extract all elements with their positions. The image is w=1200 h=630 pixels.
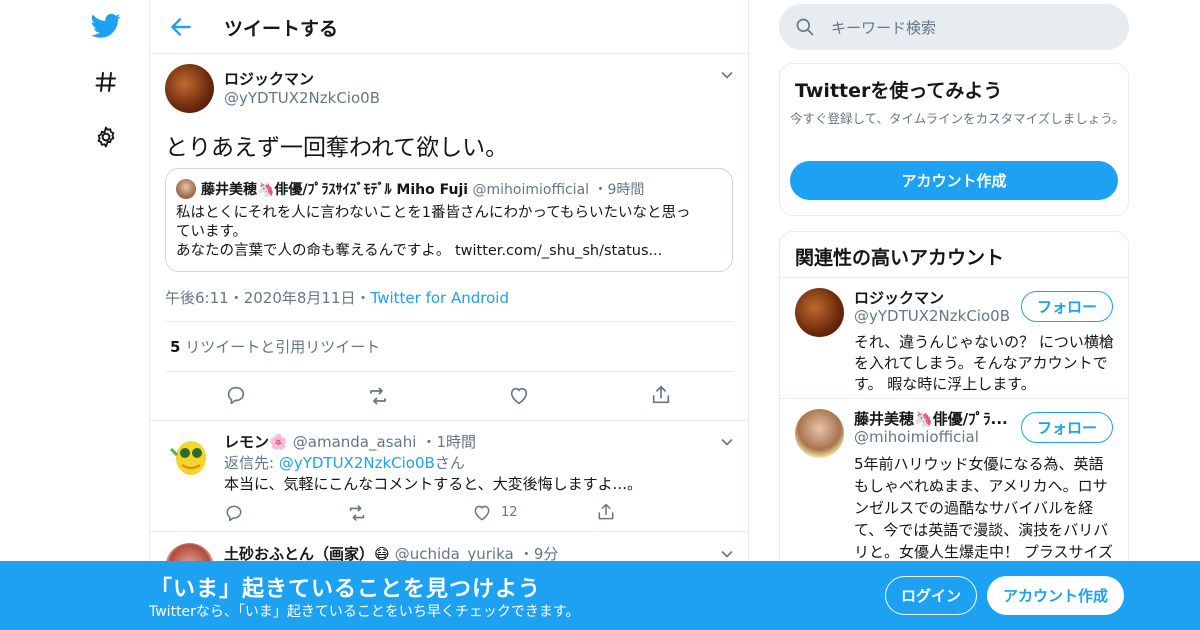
reply-icon[interactable] (225, 384, 249, 408)
follow-button[interactable]: フォロー (1021, 412, 1113, 443)
retweet-stats[interactable]: 5 リツイートと引用リツイート (170, 336, 380, 357)
quote-author-handle: @mihoimiofficial (472, 182, 590, 198)
avatar[interactable] (795, 288, 844, 337)
search-icon (795, 17, 815, 37)
search-input[interactable]: キーワード検索 (831, 17, 936, 38)
retweet-icon[interactable] (346, 502, 370, 526)
retweet-label: リツイートと引用リツイート (185, 338, 381, 356)
create-account-button[interactable]: アカウント作成 (987, 576, 1124, 615)
retweet-count: 5 (170, 338, 181, 356)
hashtag-icon[interactable] (90, 66, 122, 98)
main-tweet: ロジックマン @yYDTUX2NzkCio0B とりあえず一回奪われて欲しい。 … (150, 54, 748, 421)
page-title: ツイートする (224, 18, 339, 40)
related-account-name[interactable]: 藤井美穂🦄俳優/ﾌﾟﾗ... (854, 408, 1008, 429)
related-account-name[interactable]: ロジックマン (854, 287, 944, 308)
retweet-icon[interactable] (366, 384, 390, 408)
avatar (176, 179, 196, 199)
author-name[interactable]: ロジックマン (224, 68, 314, 89)
divider (165, 371, 733, 372)
tweet-time[interactable]: 午後6:11 (165, 289, 229, 307)
create-account-button[interactable]: アカウント作成 (790, 161, 1118, 200)
chevron-down-icon[interactable] (720, 435, 734, 449)
follow-button[interactable]: フォロー (1021, 291, 1113, 322)
quoted-tweet[interactable]: 藤井美穂🦄俳優/ﾌﾟﾗｽｻｲｽﾞﾓﾃﾞﾙ Miho Fuji @mihoimio… (165, 168, 733, 272)
reply-author-name[interactable]: レモン🌸 (224, 433, 288, 451)
heart-icon[interactable] (472, 503, 496, 527)
banner-subtitle: Twitterなら、「いま」起きていることをいち早くチェックできます。 (149, 604, 580, 620)
author-handle[interactable]: @yYDTUX2NzkCio0B (224, 89, 380, 107)
quote-author-name: 藤井美穂🦄俳優/ﾌﾟﾗｽｻｲｽﾞﾓﾃﾞﾙ Miho Fuji (201, 182, 469, 198)
tweet-source[interactable]: Twitter for Android (371, 289, 509, 307)
avatar[interactable] (165, 64, 214, 113)
signup-banner: 「いま」起きていることを見つけよう Twitterなら、「いま」起きていることを… (0, 561, 1200, 630)
related-account-bio: 5年前ハリウッド女優になる為、英語もしゃべれぬまま、アメリカへ。ロサンゼルスでの… (854, 455, 1114, 575)
gear-icon[interactable] (90, 121, 122, 153)
twitter-bird-icon[interactable] (90, 10, 122, 42)
tweet-date[interactable]: 2020年8月11日 (244, 289, 356, 307)
login-button[interactable]: ログイン (885, 576, 977, 615)
arrow-left-icon[interactable] (168, 14, 194, 40)
quote-text-line: 私はとくにそれを人に言わないことを1番皆さんにわかってもらいたいなと思っ (176, 205, 691, 221)
related-account-handle[interactable]: @mihoimiofficial (854, 428, 979, 446)
reply-to-handle[interactable]: @yYDTUX2NzkCio0B (279, 454, 435, 472)
signup-card-title: Twitterを使ってみよう (795, 80, 1003, 102)
related-card-title: 関連性の高いアカウント (795, 247, 1005, 269)
reply-to-prefix: 返信先: (224, 454, 279, 472)
dot-separator: ・ (355, 289, 371, 307)
left-nav (80, 0, 132, 630)
heart-icon[interactable] (508, 385, 532, 409)
quote-text-line: ています。 (176, 224, 248, 240)
reply-tweet[interactable]: レモン🌸 @amanda_asahi ・1時間 返信先: @yYDTUX2Nzk… (150, 421, 748, 532)
avatar[interactable] (795, 409, 844, 458)
share-icon[interactable] (650, 384, 674, 408)
chevron-down-icon[interactable] (720, 68, 734, 82)
related-account-item[interactable]: ロジックマン @yYDTUX2NzkCio0B フォロー それ、違うんじゃないの… (780, 278, 1128, 398)
related-account-item[interactable]: 藤井美穂🦄俳優/ﾌﾟﾗ... @mihoimiofficial フォロー 5年前… (780, 399, 1128, 575)
quote-text-line: あなたの言葉で人の命も奪えるんですよ。 twitter.com/_shu_sh/… (176, 243, 663, 259)
chevron-down-icon[interactable] (720, 547, 734, 561)
signup-card: Twitterを使ってみよう 今すぐ登録して、タイムラインをカスタマイズしましょ… (779, 63, 1129, 216)
signup-card-desc: 今すぐ登録して、タイムラインをカスタマイズしましょう。 (790, 111, 1125, 126)
page-header: ツイートする (150, 0, 748, 54)
reply-icon[interactable] (224, 503, 248, 527)
related-accounts-card: 関連性の高いアカウント ロジックマン @yYDTUX2NzkCio0B フォロー… (779, 231, 1129, 576)
banner-title: 「いま」起きていることを見つけよう (150, 577, 542, 602)
dot-separator: ・ (228, 289, 244, 307)
reply-author-handle[interactable]: @amanda_asahi (293, 433, 417, 451)
quote-time: ・9時間 (593, 182, 645, 198)
reply-text: 本当に、気軽にこんなコメントすると、大変後悔しますよ...。 (224, 475, 642, 493)
share-icon[interactable] (596, 502, 620, 526)
related-account-bio: それ、違うんじゃないの？ につい横槍を入れてしまう。そんなアカウントです。 暇な… (854, 333, 1114, 393)
avatar[interactable] (165, 431, 214, 480)
search-bar[interactable]: キーワード検索 (779, 4, 1129, 50)
reply-to-suffix: さん (434, 454, 465, 472)
like-count: 12 (501, 505, 518, 520)
divider (165, 321, 733, 322)
tweet-text: とりあえず一回奪われて欲しい。 (165, 135, 509, 161)
main-column: ツイートする ロジックマン @yYDTUX2NzkCio0B とりあえず一回奪わ… (149, 0, 749, 630)
tweet-meta: 午後6:11・2020年8月11日・Twitter for Android (165, 287, 509, 308)
related-account-handle[interactable]: @yYDTUX2NzkCio0B (854, 307, 1010, 325)
reply-time[interactable]: ・1時間 (421, 433, 476, 451)
